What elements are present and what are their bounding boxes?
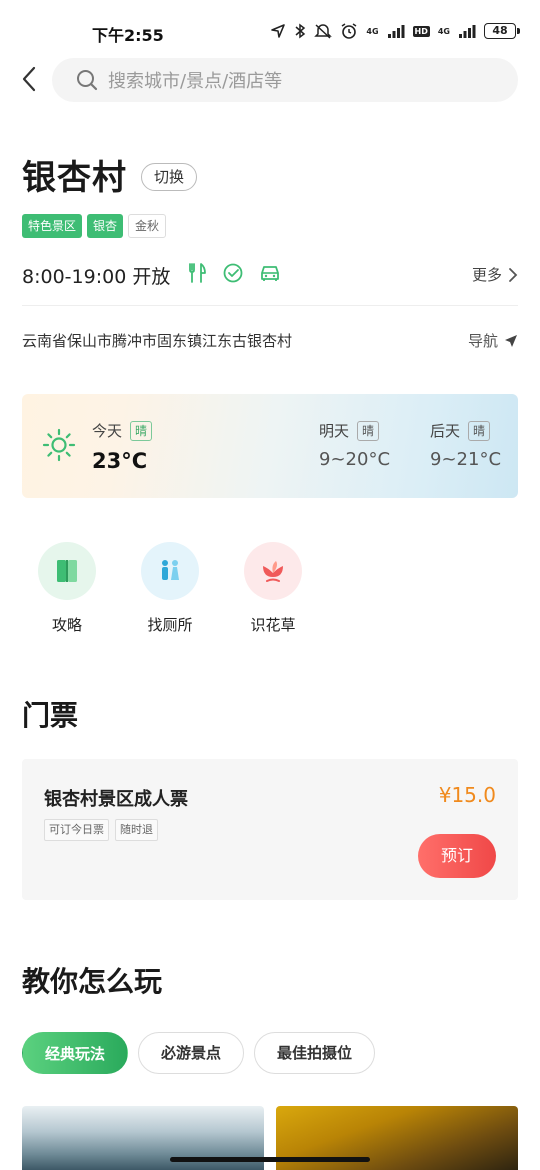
ticket-tags: 可订今日票 随时退 — [44, 819, 158, 841]
status-time: 下午2:55 — [92, 26, 164, 45]
tool-plant-label: 识花草 — [250, 616, 296, 634]
guide-book-icon — [38, 542, 96, 600]
tab-must-visit[interactable]: 必游景点 — [138, 1032, 245, 1074]
signal-icon-2 — [458, 24, 476, 38]
mute-icon — [314, 23, 333, 39]
parking-car-icon — [258, 262, 282, 288]
chevron-right-icon — [509, 267, 518, 282]
bluetooth-icon — [294, 23, 306, 39]
search-input[interactable]: 搜索城市/景点/酒店等 — [52, 58, 518, 102]
weather-today-label: 今天 — [92, 422, 123, 440]
tool-toilet[interactable]: 找厕所 — [125, 542, 215, 635]
weather-today-condition: 晴 — [130, 420, 153, 441]
network-type-label: 4G — [366, 26, 379, 36]
navigate-label: 导航 — [467, 332, 498, 350]
tool-toilet-label: 找厕所 — [147, 616, 193, 634]
back-arrow-icon — [22, 66, 36, 92]
status-bar: 下午2:55 4G HD 4G 48 — [0, 0, 540, 60]
navigation-arrow-icon — [505, 334, 517, 347]
tag-ginkgo: 银杏 — [87, 214, 124, 238]
tickets-section-title: 门票 — [22, 699, 79, 732]
address-text: 云南省保山市腾冲市固东镇江东古银杏村 — [22, 332, 293, 350]
weather-after-tomorrow: 后天晴 9~21°C — [430, 420, 501, 470]
back-button[interactable] — [16, 64, 42, 94]
weather-today: 今天晴 23°C — [92, 420, 153, 473]
sun-icon — [42, 428, 76, 466]
weather-tomorrow-temp: 9~20°C — [319, 449, 391, 470]
tool-shortcuts: 攻略 找厕所 识花草 — [22, 542, 342, 642]
restaurant-icon — [186, 262, 208, 288]
tool-guide[interactable]: 攻略 — [22, 542, 112, 635]
opening-hours-row: 8:00-19:00 开放 更多 — [22, 258, 518, 292]
ticket-name: 银杏村景区成人票 — [44, 789, 188, 810]
ticket-card[interactable]: 银杏村景区成人票 ¥15.0 可订今日票 随时退 预订 — [22, 759, 518, 900]
tab-best-photo-spot[interactable]: 最佳拍摄位 — [254, 1032, 376, 1074]
more-info-button[interactable]: 更多 — [472, 264, 518, 285]
check-circle-icon — [222, 262, 244, 288]
ticket-tag-today: 可订今日票 — [44, 819, 109, 841]
weather-tomorrow-condition: 晴 — [357, 420, 380, 441]
search-placeholder: 搜索城市/景点/酒店等 — [108, 71, 283, 92]
tab-classic-play[interactable]: 经典玩法 — [22, 1032, 129, 1074]
ticket-tag-refund: 随时退 — [115, 819, 158, 841]
switch-place-button[interactable]: 切换 — [141, 162, 198, 191]
location-icon — [270, 23, 286, 39]
place-tags: 特色景区 银杏 金秋 — [22, 214, 167, 238]
network-type-label-2: 4G — [437, 26, 450, 36]
tag-autumn: 金秋 — [128, 214, 167, 238]
weather-card: 今天晴 23°C 明天晴 9~20°C 后天晴 9~21°C — [22, 394, 518, 498]
tool-plant-recognize[interactable]: 识花草 — [228, 542, 318, 635]
weather-tomorrow-label: 明天 — [319, 422, 350, 440]
status-icons: 4G HD 4G 48 — [270, 22, 520, 40]
navigate-button[interactable]: 导航 — [468, 330, 518, 351]
ticket-price: ¥15.0 — [438, 783, 496, 807]
hd-badge: HD — [412, 25, 430, 37]
play-section-title: 教你怎么玩 — [22, 965, 163, 998]
weather-after-condition: 晴 — [468, 420, 491, 441]
book-button[interactable]: 预订 — [418, 834, 496, 878]
home-indicator[interactable] — [170, 1157, 370, 1162]
divider — [22, 305, 518, 306]
facility-icons — [186, 262, 282, 288]
more-label: 更多 — [471, 266, 502, 284]
tool-guide-label: 攻略 — [51, 616, 82, 634]
opening-hours: 8:00-19:00 开放 — [22, 265, 171, 288]
place-title-row: 银杏村 切换 — [22, 150, 198, 199]
address-row: 云南省保山市腾冲市固东镇江东古银杏村 导航 — [22, 326, 518, 354]
play-tabs: 经典玩法 必游景点 最佳拍摄位 — [22, 1032, 376, 1074]
weather-tomorrow: 明天晴 9~20°C — [319, 420, 390, 470]
top-header: 搜索城市/景点/酒店等 — [0, 56, 540, 104]
page-title: 银杏村 — [22, 158, 127, 198]
weather-after-label: 后天 — [430, 422, 461, 440]
tag-featured: 特色景区 — [22, 214, 83, 238]
signal-icon — [387, 24, 405, 38]
plant-recognize-icon — [244, 542, 302, 600]
battery-icon: 48 — [484, 23, 520, 39]
alarm-icon — [340, 22, 358, 40]
weather-after-temp: 9~21°C — [430, 449, 502, 470]
search-icon — [77, 70, 98, 91]
weather-today-temp: 23°C — [92, 449, 148, 473]
toilet-icon — [141, 542, 199, 600]
